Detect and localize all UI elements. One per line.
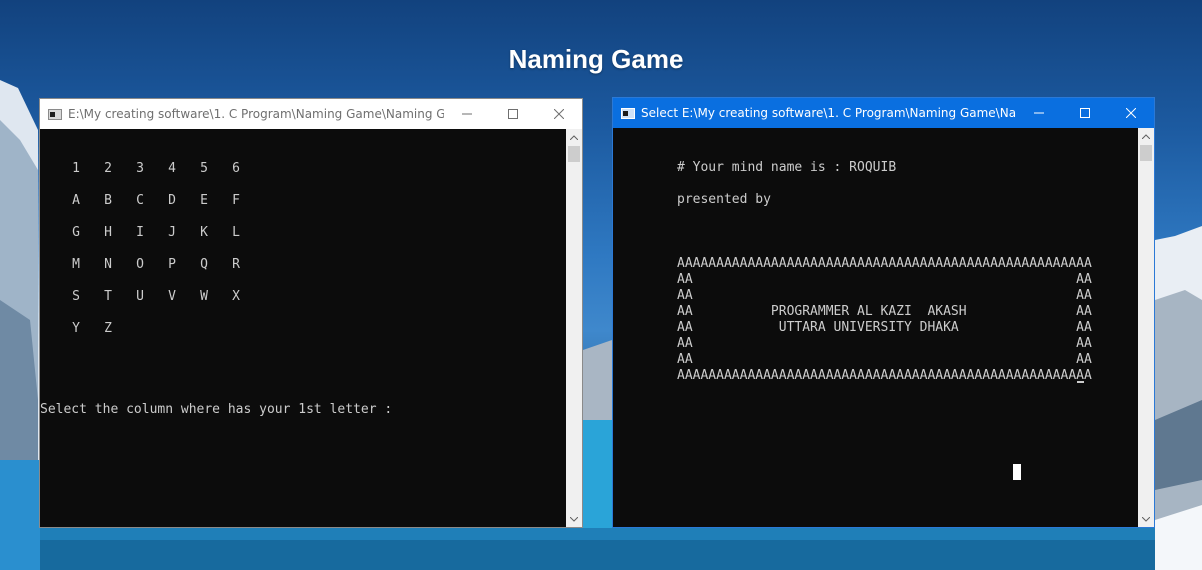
letter-grid-cell: 1 bbox=[72, 161, 80, 176]
letter-grid-cell: R bbox=[232, 257, 240, 272]
letter-grid-cell: K bbox=[200, 225, 208, 240]
window-titlebar[interactable]: Select E:\My creating software\1. C Prog… bbox=[613, 98, 1154, 128]
letter-grid-cell: T bbox=[104, 289, 112, 304]
letter-grid-cell: Z bbox=[104, 321, 112, 336]
letter-grid-cell: E bbox=[200, 193, 208, 208]
letter-grid-row: 1 2 3 4 5 6 bbox=[60, 161, 252, 176]
letter-grid-row: M N O P Q R bbox=[60, 257, 252, 272]
window-titlebar[interactable]: E:\My creating software\1. C Program\Nam… bbox=[40, 99, 582, 129]
letter-grid-cell: X bbox=[232, 289, 240, 304]
minimize-icon[interactable] bbox=[1016, 98, 1062, 128]
letter-grid-cell: F bbox=[232, 193, 240, 208]
scrollbar-thumb[interactable] bbox=[568, 146, 580, 162]
letter-grid-cell: 2 bbox=[104, 161, 112, 176]
letter-grid-cell: V bbox=[168, 289, 176, 304]
letter-grid-cell: A bbox=[72, 193, 80, 208]
letter-grid-row: A B C D E F bbox=[60, 193, 252, 208]
console-output[interactable]: # Your mind name is : ROQUIB presented b… bbox=[613, 128, 1138, 527]
console-output[interactable]: 123456ABCDEFGHIJKLMNOPQRSTUVWXYZ Select … bbox=[40, 129, 566, 527]
block-cursor bbox=[1013, 464, 1021, 480]
scroll-up-arrow-icon[interactable] bbox=[1138, 128, 1154, 144]
banner-line: AA AA bbox=[677, 272, 1092, 287]
letter-grid-cell: W bbox=[200, 289, 208, 304]
letter-grid-cell: O bbox=[136, 257, 144, 272]
letter-grid-cell: U bbox=[136, 289, 144, 304]
letter-grid-cell: M bbox=[72, 257, 80, 272]
letter-grid-cell: G bbox=[72, 225, 80, 240]
letter-grid-cell: Q bbox=[200, 257, 208, 272]
maximize-icon[interactable] bbox=[490, 99, 536, 129]
console-app-icon bbox=[48, 108, 62, 120]
scroll-down-arrow-icon[interactable] bbox=[1138, 511, 1154, 527]
presented-by-text: presented by bbox=[677, 192, 771, 207]
scrollbar-thumb[interactable] bbox=[1140, 145, 1152, 161]
letter-grid-cell: 5 bbox=[200, 161, 208, 176]
letter-grid-cell: B bbox=[104, 193, 112, 208]
letter-grid-cell: 4 bbox=[168, 161, 176, 176]
letter-grid-cell: C bbox=[136, 193, 144, 208]
letter-grid-cell: Y bbox=[72, 321, 80, 336]
page-title: Naming Game bbox=[508, 44, 684, 74]
window-title: Select E:\My creating software\1. C Prog… bbox=[641, 106, 1016, 120]
letter-grid-cell: 3 bbox=[136, 161, 144, 176]
desktop-background: Naming Game E:\My creating software\1. C… bbox=[0, 0, 1202, 570]
letter-grid-cell: N bbox=[104, 257, 112, 272]
banner-line: AA PROGRAMMER AL KAZI AKASH AA bbox=[677, 304, 1092, 319]
vertical-scrollbar[interactable] bbox=[566, 129, 582, 527]
letter-grid-cell: J bbox=[168, 225, 176, 240]
letter-grid-row: S T U V W X bbox=[60, 289, 252, 304]
column-prompt: Select the column where has your 1st let… bbox=[40, 402, 393, 417]
letter-grid-cell: 6 bbox=[232, 161, 240, 176]
letter-grid-cell: P bbox=[168, 257, 176, 272]
console-window-left[interactable]: E:\My creating software\1. C Program\Nam… bbox=[39, 98, 583, 528]
banner-line: AA AA bbox=[677, 352, 1092, 367]
banner-line: AA AA bbox=[677, 336, 1092, 351]
letter-grid-row: YZ bbox=[60, 321, 124, 336]
scroll-up-arrow-icon[interactable] bbox=[566, 129, 582, 145]
letter-grid-cell: L bbox=[232, 225, 240, 240]
maximize-icon[interactable] bbox=[1062, 98, 1108, 128]
result-line: # Your mind name is : ROQUIB bbox=[677, 160, 897, 175]
text-cursor bbox=[1077, 381, 1084, 383]
console-window-right[interactable]: Select E:\My creating software\1. C Prog… bbox=[612, 97, 1155, 528]
banner-line: AAAAAAAAAAAAAAAAAAAAAAAAAAAAAAAAAAAAAAAA… bbox=[677, 368, 1092, 383]
close-icon[interactable] bbox=[1108, 98, 1154, 128]
banner-line: AA AA bbox=[677, 288, 1092, 303]
letter-grid-cell: I bbox=[136, 225, 144, 240]
window-title: E:\My creating software\1. C Program\Nam… bbox=[68, 107, 444, 121]
console-app-icon bbox=[621, 107, 635, 119]
letter-grid-row: G H I J K L bbox=[60, 225, 252, 240]
close-icon[interactable] bbox=[536, 99, 582, 129]
letter-grid-cell: S bbox=[72, 289, 80, 304]
banner-line: AAAAAAAAAAAAAAAAAAAAAAAAAAAAAAAAAAAAAAAA… bbox=[677, 256, 1092, 271]
minimize-icon[interactable] bbox=[444, 99, 490, 129]
letter-grid-cell: D bbox=[168, 193, 176, 208]
banner-line: AA UTTARA UNIVERSITY DHAKA AA bbox=[677, 320, 1092, 335]
vertical-scrollbar[interactable] bbox=[1138, 128, 1154, 527]
letter-grid-cell: H bbox=[104, 225, 112, 240]
scroll-down-arrow-icon[interactable] bbox=[566, 511, 582, 527]
